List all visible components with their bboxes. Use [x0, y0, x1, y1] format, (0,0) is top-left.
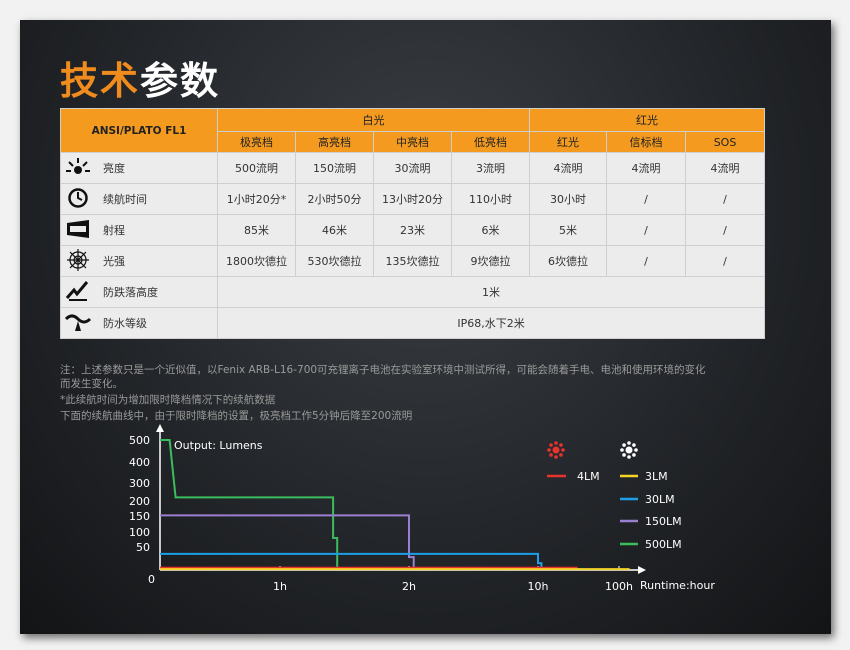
y-tick-label: 400 [129, 456, 150, 469]
x-tick-label: 1h [273, 580, 287, 593]
legend-label: 4LM [577, 470, 600, 483]
y-tick-label: 0 [148, 573, 155, 586]
red-light-icon [547, 441, 565, 459]
series-line-3lm [160, 568, 630, 571]
series-line-500lm [160, 439, 339, 570]
y-tick-label: 300 [129, 477, 150, 490]
y-tick-label: 50 [136, 541, 150, 554]
y-tick-label: 150 [129, 510, 150, 523]
white-light-icon [620, 441, 638, 459]
y-axis-arrow [156, 424, 164, 432]
y-tick-label: 200 [129, 495, 150, 508]
runtime-chart: Output: LumensRuntime:hour50040030020015… [129, 424, 715, 593]
x-tick-label: 100h [605, 580, 633, 593]
series-line-150lm [160, 514, 415, 570]
legend-label: 500LM [645, 538, 682, 551]
y-tick-label: 100 [129, 526, 150, 539]
y-tick-label: 500 [129, 434, 150, 447]
x-axis-arrow [638, 566, 646, 574]
x-tick-label: 2h [402, 580, 416, 593]
x-axis-label: Runtime:hour [640, 579, 715, 592]
legend-label: 30LM [645, 493, 675, 506]
x-tick-label: 10h [528, 580, 549, 593]
legend-label: 150LM [645, 515, 682, 528]
y-axis-label: Output: Lumens [174, 439, 263, 452]
legend-label: 3LM [645, 470, 668, 483]
